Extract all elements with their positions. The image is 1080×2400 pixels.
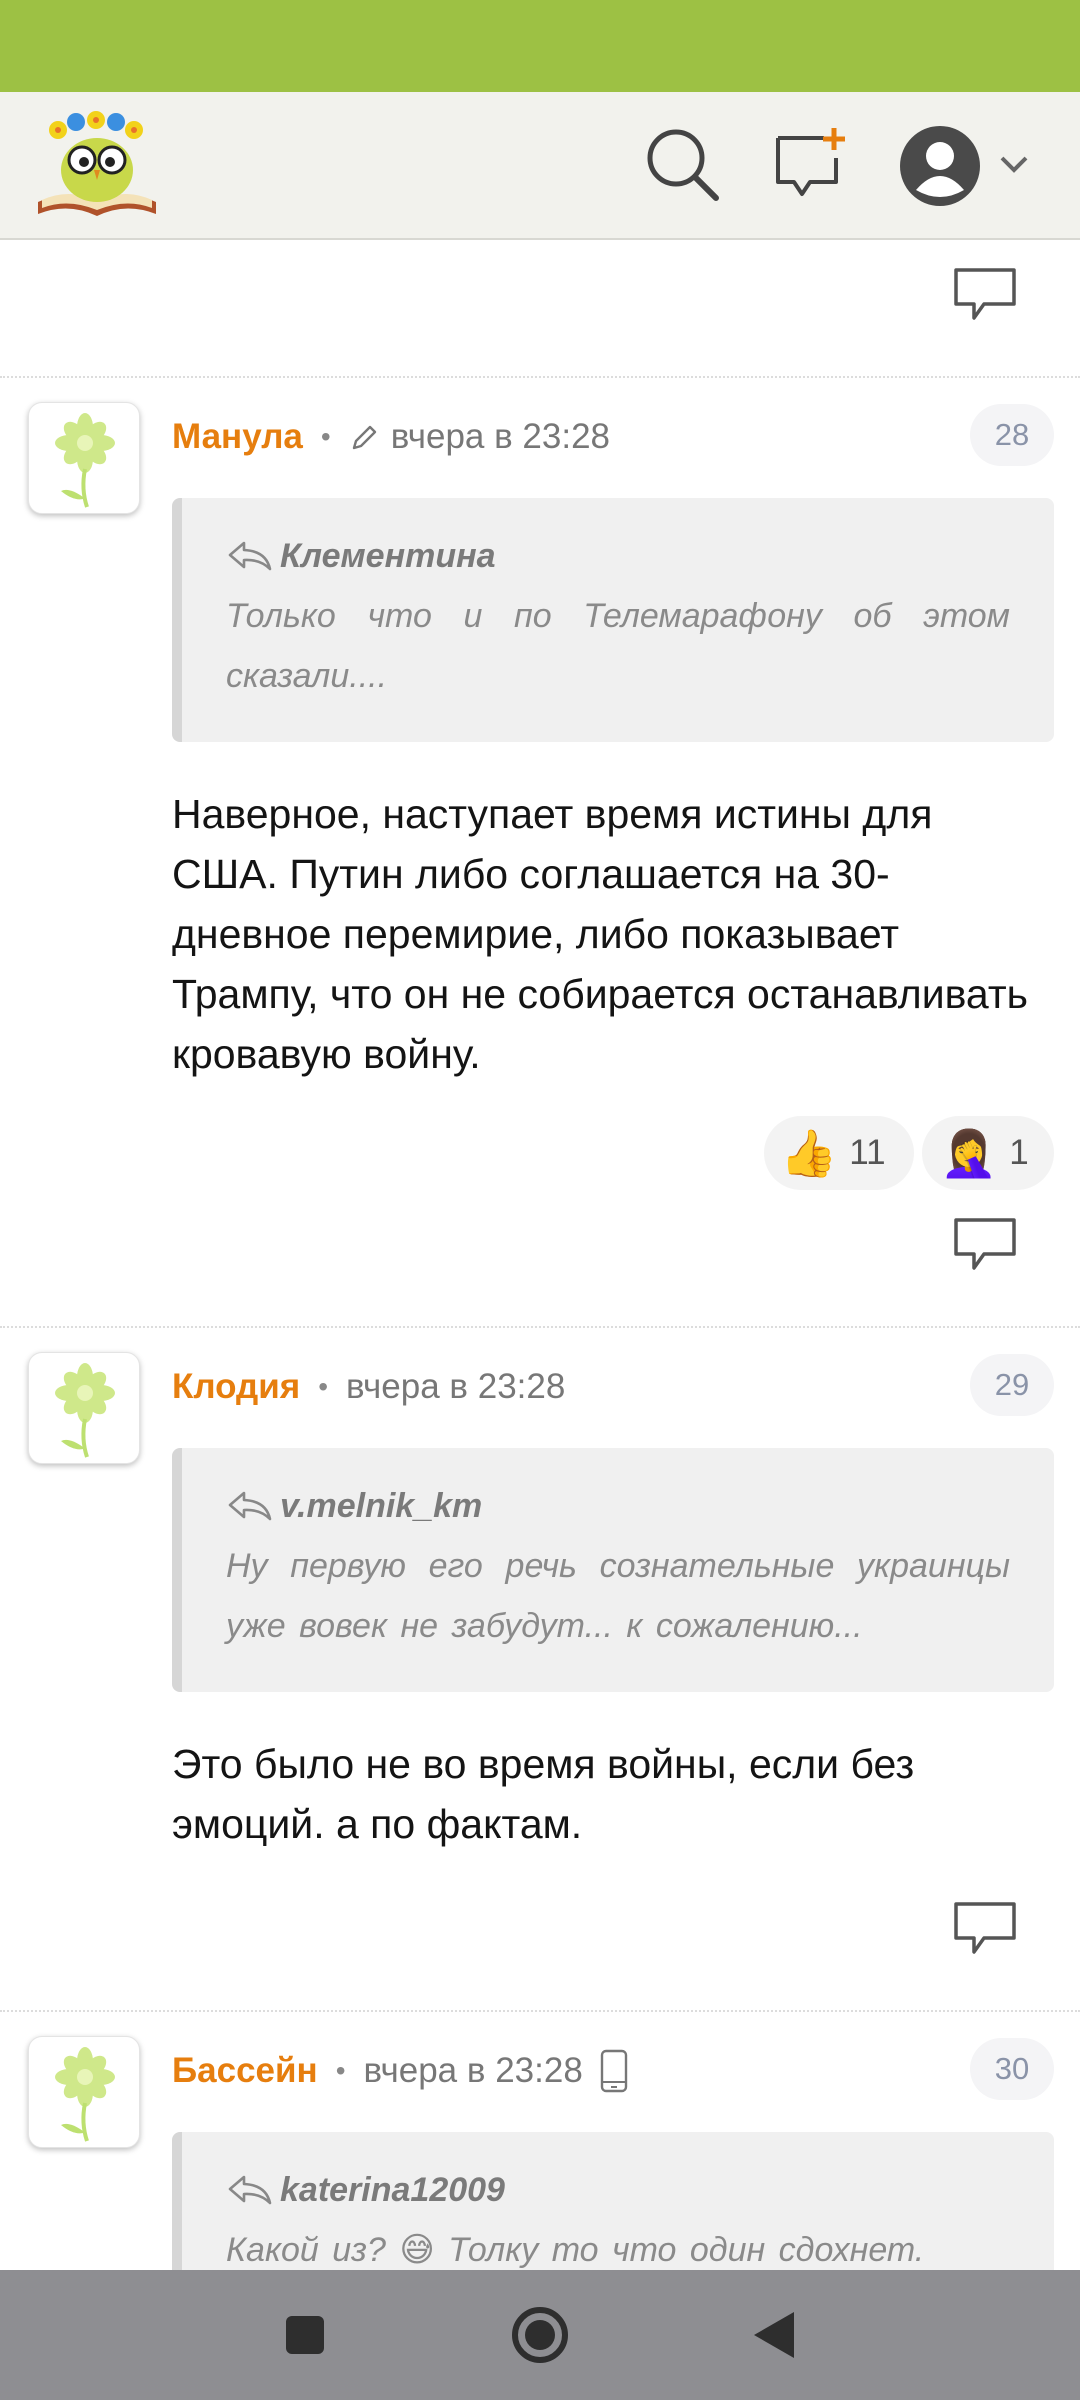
comment-divider <box>0 1326 1080 1328</box>
triangle-back-icon[interactable] <box>740 2300 810 2370</box>
comment-meta: Клодия • вчера в 23:28 <box>172 1362 565 1412</box>
quote-block: Клементина Только что и по Телемарафону … <box>172 498 1054 742</box>
pencil-icon <box>349 422 379 452</box>
author-name[interactable]: Бассейн <box>172 2051 318 2091</box>
comment-number[interactable]: 28 <box>970 404 1054 466</box>
quote-header: v.melnik_km <box>226 1484 1010 1528</box>
comment-meta: Бассейн • вчера в 23:28 <box>172 2046 629 2096</box>
app-header <box>0 92 1080 240</box>
avatar[interactable] <box>28 1352 140 1464</box>
reply-arrow-icon <box>228 541 272 571</box>
avatar[interactable] <box>28 2036 140 2148</box>
search-icon[interactable] <box>642 124 722 204</box>
quote-text: Ну первую его речь сознательные украинцы… <box>226 1547 1010 1645</box>
quote-author[interactable]: v.melnik_km <box>280 1487 482 1526</box>
thumbs-up-icon: 👍 <box>780 1125 838 1180</box>
new-topic-icon[interactable] <box>772 124 852 204</box>
comment-divider <box>0 376 1080 378</box>
separator-dot: • <box>335 2055 346 2086</box>
square-icon[interactable] <box>270 2300 340 2370</box>
comment-number[interactable]: 29 <box>970 1354 1054 1416</box>
comment-time[interactable]: вчера в 23:28 <box>364 2051 583 2091</box>
system-nav-bar <box>0 2270 1080 2400</box>
comment-divider <box>0 2010 1080 2012</box>
quote-header: Клементина <box>226 534 1010 578</box>
author-name[interactable]: Манула <box>172 417 303 457</box>
reply-button[interactable] <box>950 1898 1020 1958</box>
avatar[interactable] <box>28 402 140 514</box>
reaction-facepalm[interactable]: 🤦‍♀️ 1 <box>922 1116 1054 1190</box>
profile-menu[interactable] <box>896 116 1046 216</box>
comment-time[interactable]: вчера в 23:28 <box>346 1367 565 1407</box>
quote-text: Только что и по Телемарафону об этом ска… <box>226 597 1010 695</box>
reaction-count: 11 <box>849 1133 886 1172</box>
mobile-phone-icon <box>599 2049 629 2093</box>
reading-owl-logo[interactable] <box>32 110 162 222</box>
quote-header: katerina12009 <box>226 2168 1010 2212</box>
facepalm-icon: 🤦‍♀️ <box>940 1125 998 1180</box>
reply-arrow-icon <box>228 1491 272 1521</box>
status-bar <box>0 0 1080 92</box>
reply-arrow-icon <box>228 2175 272 2205</box>
quote-block: v.melnik_km Ну первую его речь сознатель… <box>172 1448 1054 1692</box>
comment-text: Это было не во время войны, если без эмо… <box>172 1741 915 1847</box>
separator-dot: • <box>320 421 331 452</box>
comment-number[interactable]: 30 <box>970 2038 1054 2100</box>
quote-author[interactable]: katerina12009 <box>280 2171 505 2210</box>
author-name[interactable]: Клодия <box>172 1367 300 1407</box>
comment-time[interactable]: вчера в 23:28 <box>391 417 610 457</box>
reaction-thumbs-up[interactable]: 👍 11 <box>764 1116 914 1190</box>
reaction-count: 1 <box>1009 1133 1029 1172</box>
quote-author[interactable]: Клементина <box>280 537 496 576</box>
separator-dot: • <box>318 1371 329 1402</box>
comment-text: Наверное, наступает время истины для США… <box>172 791 1028 1077</box>
circle-icon[interactable] <box>505 2300 575 2370</box>
comment-meta: Манула • вчера в 23:28 <box>172 412 610 462</box>
reply-button[interactable] <box>950 1214 1020 1274</box>
reply-button[interactable] <box>950 264 1020 324</box>
